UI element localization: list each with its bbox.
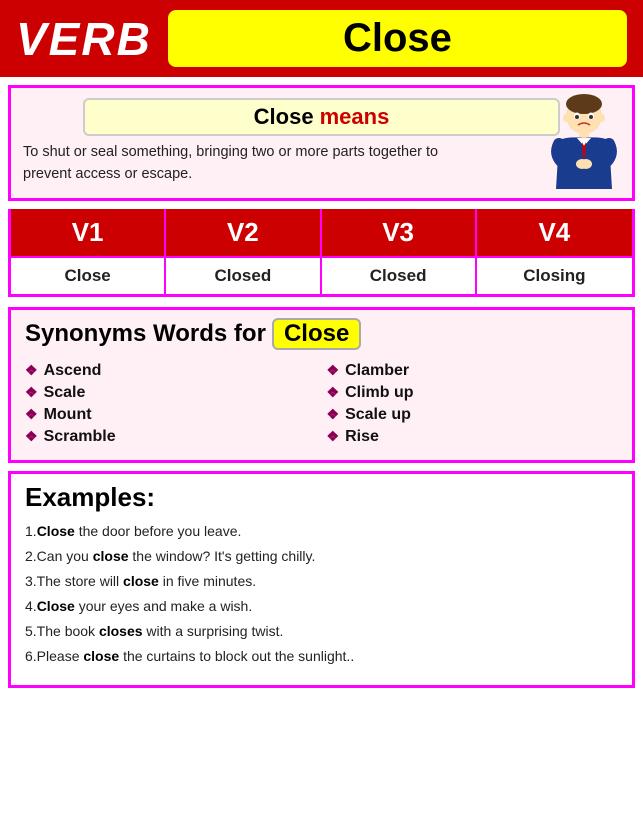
synonym-text: Scramble bbox=[44, 428, 116, 446]
list-item: 4.Close your eyes and make a wish. bbox=[25, 596, 618, 617]
synonyms-left-col: ❖ Ascend ❖ Scale ❖ Mount ❖ Scramble bbox=[25, 360, 317, 448]
synonyms-grid: ❖ Ascend ❖ Scale ❖ Mount ❖ Scramble ❖ Cl… bbox=[25, 360, 618, 448]
header-word: Close bbox=[168, 10, 627, 67]
example-rest: the window? It's getting chilly. bbox=[129, 548, 316, 564]
synonyms-title: Synonyms Words for Close bbox=[25, 318, 618, 350]
means-definition: To shut or seal something, bringing two … bbox=[23, 142, 471, 186]
means-title-word: Close bbox=[254, 104, 314, 130]
examples-list: 1.Close the door before you leave.2.Can … bbox=[25, 521, 618, 667]
example-prefix: 2.Can you bbox=[25, 548, 93, 564]
example-prefix: 4. bbox=[25, 598, 37, 614]
example-prefix: 1. bbox=[25, 523, 37, 539]
v2-value: Closed bbox=[166, 258, 321, 294]
example-rest: the door before you leave. bbox=[75, 523, 242, 539]
examples-section: Examples: 1.Close the door before you le… bbox=[8, 471, 635, 688]
list-item: 6.Please close the curtains to block out… bbox=[25, 646, 618, 667]
header-bar: VERB Close bbox=[0, 0, 643, 77]
v4-header: V4 bbox=[477, 209, 632, 256]
character-illustration bbox=[544, 94, 624, 194]
character-svg bbox=[544, 94, 624, 194]
list-item: ❖ Climb up bbox=[327, 382, 619, 404]
verb-label: VERB bbox=[16, 12, 152, 66]
diamond-icon: ❖ bbox=[327, 406, 340, 423]
synonyms-right-col: ❖ Clamber ❖ Climb up ❖ Scale up ❖ Rise bbox=[327, 360, 619, 448]
diamond-icon: ❖ bbox=[327, 362, 340, 379]
means-section: Close means To shut or seal something, b… bbox=[8, 85, 635, 201]
example-bold-word: close bbox=[83, 648, 119, 664]
v1-header: V1 bbox=[11, 209, 166, 256]
example-bold-word: Close bbox=[37, 598, 75, 614]
synonym-text: Rise bbox=[345, 428, 379, 446]
list-item: ❖ Scramble bbox=[25, 426, 317, 448]
diamond-icon: ❖ bbox=[25, 406, 38, 423]
example-prefix: 6.Please bbox=[25, 648, 83, 664]
synonym-text: Scale bbox=[44, 384, 86, 402]
diamond-icon: ❖ bbox=[25, 384, 38, 401]
example-bold-word: close bbox=[123, 573, 159, 589]
examples-title: Examples: bbox=[25, 482, 618, 513]
example-bold-word: close bbox=[93, 548, 129, 564]
verb-forms-row: Close Closed Closed Closing bbox=[11, 256, 632, 294]
list-item: ❖ Scale bbox=[25, 382, 317, 404]
example-bold-word: closes bbox=[99, 623, 143, 639]
means-title-box: Close means bbox=[83, 98, 561, 136]
example-rest: your eyes and make a wish. bbox=[75, 598, 252, 614]
synonyms-highlight-word: Close bbox=[272, 318, 361, 350]
synonym-text: Climb up bbox=[345, 384, 413, 402]
example-prefix: 5.The book bbox=[25, 623, 99, 639]
verb-forms-header: V1 V2 V3 V4 bbox=[11, 209, 632, 256]
example-bold-word: Close bbox=[37, 523, 75, 539]
synonyms-title-text: Synonyms Words for bbox=[25, 320, 266, 348]
synonym-text: Mount bbox=[44, 406, 92, 424]
list-item: ❖ Rise bbox=[327, 426, 619, 448]
synonym-text: Clamber bbox=[345, 362, 409, 380]
list-item: 5.The book closes with a surprising twis… bbox=[25, 621, 618, 642]
example-rest: the curtains to block out the sunlight.. bbox=[119, 648, 354, 664]
v4-value: Closing bbox=[477, 258, 632, 294]
v3-value: Closed bbox=[322, 258, 477, 294]
diamond-icon: ❖ bbox=[327, 428, 340, 445]
list-item: 1.Close the door before you leave. bbox=[25, 521, 618, 542]
list-item: ❖ Ascend bbox=[25, 360, 317, 382]
list-item: 2.Can you close the window? It's getting… bbox=[25, 546, 618, 567]
list-item: ❖ Mount bbox=[25, 404, 317, 426]
synonym-text: Scale up bbox=[345, 406, 411, 424]
diamond-icon: ❖ bbox=[327, 384, 340, 401]
example-rest: in five minutes. bbox=[159, 573, 256, 589]
list-item: ❖ Scale up bbox=[327, 404, 619, 426]
diamond-icon: ❖ bbox=[25, 428, 38, 445]
list-item: 3.The store will close in five minutes. bbox=[25, 571, 618, 592]
means-title-rest: means bbox=[320, 104, 390, 130]
diamond-icon: ❖ bbox=[25, 362, 38, 379]
example-rest: with a surprising twist. bbox=[143, 623, 284, 639]
verb-forms-section: V1 V2 V3 V4 Close Closed Closed Closing bbox=[8, 209, 635, 297]
v2-header: V2 bbox=[166, 209, 321, 256]
list-item: ❖ Clamber bbox=[327, 360, 619, 382]
synonyms-section: Synonyms Words for Close ❖ Ascend ❖ Scal… bbox=[8, 307, 635, 463]
v3-header: V3 bbox=[322, 209, 477, 256]
v1-value: Close bbox=[11, 258, 166, 294]
example-prefix: 3.The store will bbox=[25, 573, 123, 589]
synonym-text: Ascend bbox=[44, 362, 102, 380]
